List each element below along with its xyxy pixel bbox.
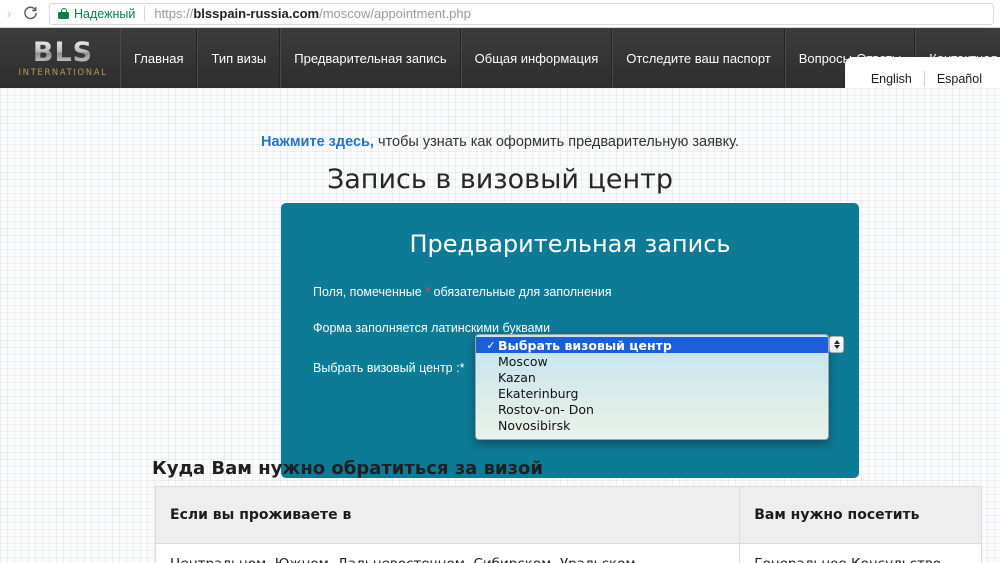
- nav-item-home[interactable]: Главная: [120, 28, 198, 88]
- stepper-up-arrow: [833, 339, 840, 344]
- visa-center-dropdown-popup[interactable]: ✓ Выбрать визовый центр Moscow Kazan Eka…: [475, 334, 829, 440]
- column-header-residence: Если вы проживаете в: [154, 486, 741, 544]
- intro-rest-text: чтобы узнать как оформить предварительну…: [373, 134, 739, 150]
- dropdown-option-moscow[interactable]: Moscow: [476, 353, 828, 369]
- dropdown-option-default[interactable]: ✓ Выбрать визовый центр: [476, 337, 828, 353]
- omnibox-divider: [144, 6, 146, 21]
- checkmark-icon: ✓: [486, 338, 496, 352]
- site-navigation-bar: BLS INTERNATIONAL Главная Тип визы Предв…: [0, 28, 1000, 88]
- form-panel-title: Предварительная запись: [409, 230, 731, 258]
- dropdown-option-ekaterinburg[interactable]: Ekaterinburg: [476, 385, 828, 401]
- nav-item-track-passport[interactable]: Отследите ваш паспорт: [612, 28, 785, 88]
- table-header-row: Если вы проживаете в Вам нужно посетить: [154, 486, 982, 544]
- url-text: https://blsspain-russia.com/moscow/appoi…: [154, 6, 471, 21]
- visa-office-table: Если вы проживаете в Вам нужно посетить …: [154, 486, 982, 563]
- language-option-espanol[interactable]: Español: [925, 72, 994, 86]
- bls-logo[interactable]: BLS INTERNATIONAL: [0, 28, 120, 88]
- url-scheme: https://: [154, 6, 194, 21]
- url-path: /moscow/appointment.php: [319, 6, 471, 21]
- dropdown-option-label: Novosibirsk: [498, 417, 571, 433]
- dropdown-option-label: Rostov-on- Don: [498, 401, 594, 417]
- info-section-heading: Куда Вам нужно обратиться за визой: [152, 458, 544, 479]
- page-content: Нажмите здесь, чтобы узнать как оформить…: [0, 88, 1000, 563]
- required-fields-note: Поля, помеченные * обязательные для запо…: [313, 285, 859, 299]
- dropdown-option-novosibirsk[interactable]: Novosibirsk: [476, 417, 828, 433]
- visa-center-label: Выбрать визовый центр :: [313, 361, 460, 375]
- dropdown-option-label: Moscow: [498, 353, 548, 369]
- dropdown-option-rostov-on-don[interactable]: Rostov-on- Don: [476, 401, 828, 417]
- forward-button[interactable]: ›: [1, 0, 17, 28]
- page-title: Запись в визовый центр: [326, 164, 674, 195]
- language-switcher: English Español: [844, 57, 1000, 88]
- url-host: blsspain-russia.com: [193, 6, 320, 21]
- security-status-label: Надежный: [74, 6, 136, 21]
- dropdown-option-label: Kazan: [498, 369, 536, 385]
- dropdown-option-label: Выбрать визовый центр: [498, 337, 672, 353]
- cell-visit: Генеральное Консульство Испании в: [739, 543, 982, 563]
- note-before-text: Поля, помеченные: [313, 285, 426, 299]
- nav-item-visa-type[interactable]: Тип визы: [197, 28, 281, 88]
- language-option-english[interactable]: English: [859, 72, 924, 86]
- column-header-visit: Вам нужно посетить: [739, 486, 982, 544]
- logo-secondary-text: INTERNATIONAL: [18, 67, 108, 78]
- latin-letters-note: Форма заполняется латинскими буквами: [313, 321, 551, 335]
- visa-center-required-asterisk: *: [459, 361, 465, 375]
- table-row: Центральном, Южном, Дальневосточном, Сиб…: [154, 543, 982, 563]
- nav-item-appointment[interactable]: Предварительная запись: [280, 28, 461, 88]
- address-bar[interactable]: Надежный https://blsspain-russia.com/mos…: [49, 2, 994, 25]
- dropdown-option-kazan[interactable]: Kazan: [476, 369, 828, 385]
- click-here-link[interactable]: Нажмите здесь,: [261, 134, 374, 150]
- browser-toolbar: › Надежный https://blsspain-russia.com/m…: [0, 0, 1000, 28]
- note-after-text: обязательные для заполнения: [430, 285, 612, 299]
- reload-icon[interactable]: [17, 1, 43, 27]
- nav-item-general-info[interactable]: Общая информация: [460, 28, 613, 88]
- dropdown-option-label: Ekaterinburg: [498, 385, 579, 401]
- intro-line: Нажмите здесь, чтобы узнать как оформить…: [0, 134, 1000, 150]
- stepper-down-arrow: [833, 345, 840, 350]
- lock-icon: [58, 8, 69, 19]
- stepper-up-down-icon[interactable]: [829, 336, 844, 353]
- cell-residence: Центральном, Южном, Дальневосточном, Сиб…: [154, 543, 741, 563]
- logo-primary-text: BLS: [32, 36, 94, 68]
